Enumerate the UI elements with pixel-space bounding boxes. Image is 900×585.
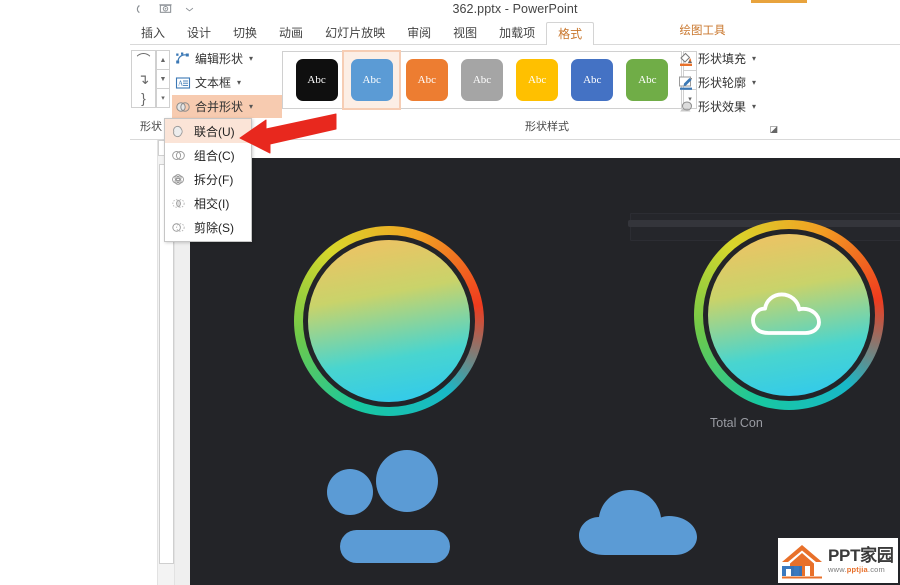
ring-gap (303, 235, 475, 407)
shape-gallery[interactable]: ⌒ ↴ } (131, 50, 156, 108)
tab-slideshow[interactable]: 幻灯片放映 (314, 22, 396, 45)
ring-inner-fill (308, 240, 470, 402)
shape-style-swatch-label: Abc (295, 59, 338, 101)
shape-style-swatch[interactable]: Abc (620, 52, 675, 108)
edit-shape-icon (175, 51, 191, 67)
shape-style-swatch[interactable]: Abc (399, 52, 454, 108)
tab-review[interactable]: 审阅 (396, 22, 442, 45)
shape-style-swatch-label: Abc (350, 59, 393, 101)
merge-shapes-icon (175, 99, 191, 115)
merge-shapes-menu[interactable]: 联合(U) 组合(C) 拆分(F) 相交(I) 剪除(S) (164, 118, 252, 242)
shape-style-swatch-label: Abc (626, 59, 669, 101)
union-icon (170, 123, 187, 140)
menu-item-union-label: 联合(U) (194, 124, 235, 139)
ring-inner-fill (708, 234, 870, 396)
shape-style-swatch[interactable]: Abc (454, 52, 509, 108)
shape-style-swatch-label: Abc (460, 59, 503, 101)
slide-caption: Total Con (710, 416, 763, 430)
shape-outline-label: 形状轮廓 (698, 76, 747, 90)
shape-effects-label: 形状效果 (698, 100, 747, 114)
combine-icon (170, 147, 187, 164)
people-icon[interactable] (318, 448, 458, 563)
tab-addins[interactable]: 加载项 (488, 22, 546, 45)
house-logo-icon (782, 544, 822, 578)
shape-style-swatch-selected[interactable]: Abc (342, 50, 402, 110)
contextual-tab-label: 绘图工具 (679, 24, 726, 37)
shape-effects-button[interactable]: 形状效果 ▾ (675, 95, 795, 118)
tab-design[interactable]: 设计 (176, 22, 222, 45)
chevron-down-icon[interactable]: ▾ (237, 78, 241, 87)
menu-item-union[interactable]: 联合(U) (165, 119, 251, 143)
text-box-label: 文本框 (195, 76, 232, 90)
gallery-more-button[interactable]: ▾ (156, 88, 170, 108)
ribbon-tab-strip: 绘图工具 插入 设计 切换 动画 幻灯片放映 审阅 视图 加载项 格式 (130, 0, 900, 45)
gradient-ring-circle-left[interactable] (294, 226, 484, 416)
outline-pen-icon (678, 75, 694, 91)
cloud-icon[interactable] (575, 473, 705, 563)
tab-view[interactable]: 视图 (442, 22, 488, 45)
app-window: 362.pptx - PowerPoint 绘图工具 插入 设计 切换 动画 幻… (0, 0, 900, 585)
shape-arc-glyph[interactable]: ⌒ (137, 51, 151, 69)
shape-styles-gallery[interactable]: Abc Abc Abc Abc Abc Abc Abc (282, 50, 682, 110)
shape-style-swatch[interactable]: Abc (289, 52, 344, 108)
shape-effects-icon (678, 99, 694, 115)
subtract-icon (170, 219, 187, 236)
shape-fill-label: 形状填充 (698, 52, 747, 66)
fill-bucket-icon (678, 51, 694, 67)
fragment-icon (170, 171, 187, 188)
chevron-down-icon[interactable]: ▾ (752, 78, 756, 87)
shape-fill-button[interactable]: 形状填充 ▾ (675, 47, 795, 70)
menu-item-intersect[interactable]: 相交(I) (165, 191, 251, 215)
chevron-down-icon[interactable]: ▾ (249, 54, 253, 63)
ribbon-group-shape-fill: 形状填充 ▾ 形状轮廓 ▾ 形状效果 ▾ (675, 47, 795, 137)
edit-shape-label: 编辑形状 (195, 52, 244, 66)
chevron-down-icon[interactable]: ▾ (752, 54, 756, 63)
chevron-down-icon[interactable]: ▾ (752, 102, 756, 111)
menu-item-subtract[interactable]: 剪除(S) (165, 215, 251, 239)
gallery-scroll-up-button[interactable]: ▲ (156, 50, 170, 70)
menu-item-fragment[interactable]: 拆分(F) (165, 167, 251, 191)
menu-item-combine-label: 组合(C) (194, 148, 235, 163)
watermark-logo: PPT家园 www.pptjia.com (778, 538, 898, 583)
text-box-button[interactable]: A 文本框 ▾ (172, 71, 282, 94)
shape-style-swatch[interactable]: Abc (510, 52, 565, 108)
shape-style-swatch[interactable]: Abc (565, 52, 620, 108)
ring-gap (703, 229, 875, 401)
menu-item-combine[interactable]: 组合(C) (165, 143, 251, 167)
tab-insert[interactable]: 插入 (130, 22, 176, 45)
menu-item-fragment-label: 拆分(F) (194, 172, 234, 187)
window-title: 362.pptx - PowerPoint (452, 2, 578, 16)
window-left-gutter (0, 0, 130, 585)
menu-item-intersect-label: 相交(I) (194, 196, 230, 211)
watermark-brand: PPT家园 (828, 546, 894, 566)
gradient-ring-circle-right[interactable] (694, 220, 884, 410)
shape-brace-glyph[interactable]: } (141, 89, 146, 107)
shape-style-swatch-label: Abc (516, 59, 559, 101)
shape-style-swatch-label: Abc (571, 59, 614, 101)
watermark-text: PPT家园 www.pptjia.com (828, 547, 894, 574)
shape-style-swatch-label: Abc (405, 59, 448, 101)
merge-shapes-button[interactable]: 合并形状 ▾ (172, 95, 282, 118)
intersect-icon (170, 195, 187, 212)
merge-shapes-label: 合并形状 (195, 100, 244, 114)
title-bar: 362.pptx - PowerPoint (130, 0, 900, 22)
watermark-url: www.pptjia.com (828, 565, 885, 575)
menu-item-subtract-label: 剪除(S) (194, 220, 234, 235)
tab-transitions[interactable]: 切换 (222, 22, 268, 45)
chevron-down-icon[interactable]: ▾ (249, 102, 253, 111)
svg-text:A: A (178, 79, 183, 87)
contextual-tab-accent-bar (751, 0, 807, 3)
edit-shape-button[interactable]: 编辑形状 ▾ (172, 47, 282, 70)
tab-format[interactable]: 格式 (546, 22, 595, 45)
slide-canvas[interactable]: Total Con (190, 158, 900, 585)
shape-gallery-scroll[interactable]: ▲ ▼ ▾ (156, 50, 170, 108)
cloud-outline-icon (751, 292, 821, 335)
shape-outline-button[interactable]: 形状轮廓 ▾ (675, 71, 795, 94)
text-box-icon: A (175, 75, 191, 91)
shape-curve-glyph[interactable]: ↴ (138, 70, 150, 88)
gallery-scroll-down-button[interactable]: ▼ (156, 69, 170, 89)
tab-animations[interactable]: 动画 (268, 22, 314, 45)
